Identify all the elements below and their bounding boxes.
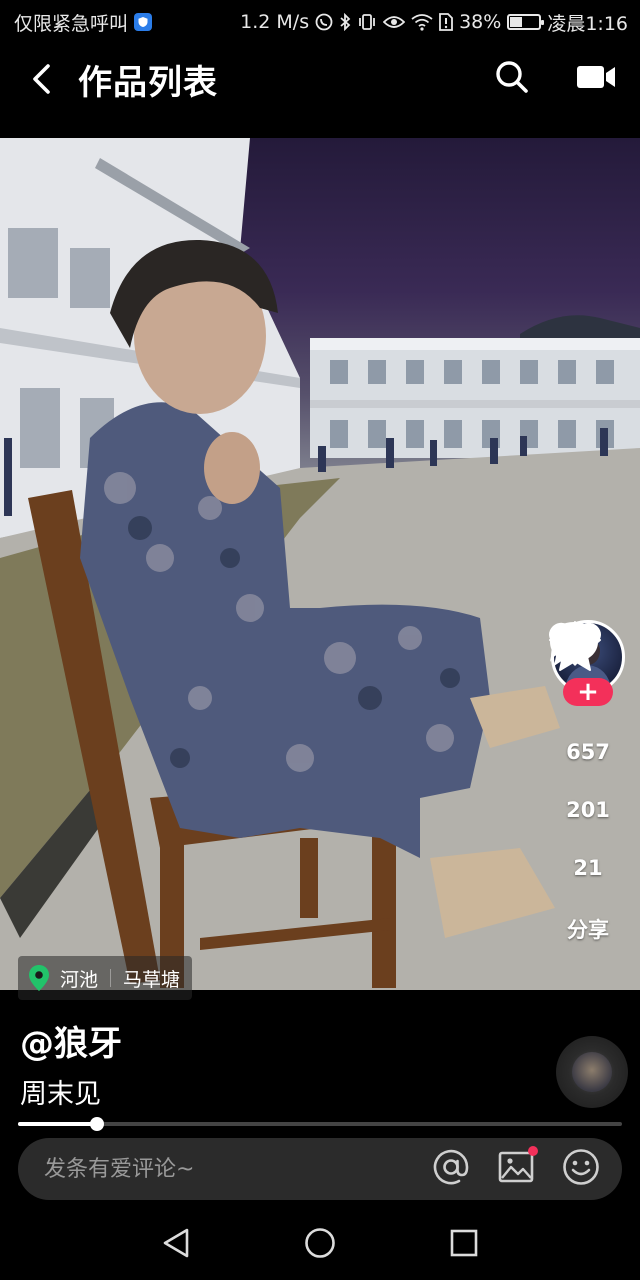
nav-recents-button[interactable] [444, 1223, 484, 1263]
share-icon [550, 622, 600, 662]
status-left: 仅限紧急呼叫 [14, 9, 153, 36]
emoji-button[interactable] [562, 1148, 600, 1190]
author-name[interactable]: @狼牙 [20, 1016, 122, 1065]
shield-icon [134, 13, 153, 31]
vibrate-icon [359, 14, 375, 30]
comment-button[interactable]: 201 [550, 622, 610, 822]
back-button[interactable] [30, 59, 66, 99]
eye-icon [383, 16, 406, 28]
hd-call-icon [315, 13, 333, 31]
comment-input[interactable] [44, 1156, 432, 1182]
net-speed: 1.2 M/s [240, 11, 310, 33]
favorite-button[interactable]: 21 [549, 621, 603, 880]
location-place: 马草塘 [123, 968, 181, 991]
nav-recents-icon [450, 1229, 478, 1257]
share-label: 分享 [567, 918, 609, 942]
photo-scene [0, 138, 640, 990]
image-icon [498, 1151, 534, 1183]
wifi-icon [411, 14, 433, 31]
sim-alert-icon [439, 13, 453, 31]
nav-home-icon [305, 1228, 335, 1258]
video-camera-button[interactable] [576, 63, 616, 95]
share-button[interactable]: 分享 [550, 622, 609, 944]
post-photo[interactable]: + 657 201 21 分享 [0, 138, 640, 990]
location-tag[interactable]: 河池 马草塘 [18, 956, 193, 1000]
like-button[interactable]: 657 [549, 622, 610, 764]
screen: 仅限紧急呼叫 1.2 M/s 38% 凌晨1:16 作品列表 + 657 201… [0, 0, 640, 1280]
clock: 凌晨1:16 [547, 12, 628, 35]
progress-knob[interactable] [89, 1117, 104, 1131]
search-button[interactable] [494, 59, 530, 99]
music-disc[interactable] [556, 1036, 628, 1108]
like-count: 657 [566, 740, 610, 764]
progress-fill [18, 1122, 97, 1126]
battery-icon [507, 14, 545, 30]
image-notification-dot [528, 1146, 538, 1156]
favorite-count: 21 [573, 856, 603, 880]
status-icons [315, 13, 453, 31]
music-cover [572, 1052, 612, 1092]
status-right: 1.2 M/s 38% 凌晨1:16 [240, 9, 628, 36]
comment-bar [18, 1138, 622, 1200]
battery-percent: 38% [459, 11, 502, 33]
follow-button[interactable]: + [563, 678, 613, 706]
mention-button[interactable] [432, 1148, 470, 1190]
location-city: 河池 [60, 968, 99, 991]
back-icon [33, 64, 50, 94]
header-actions [494, 59, 616, 99]
nav-back-button[interactable] [156, 1223, 196, 1263]
post-caption: 周末见 [20, 1079, 101, 1110]
follow-symbol: + [577, 677, 599, 707]
nav-back-icon [163, 1228, 189, 1258]
emoji-icon [563, 1149, 599, 1185]
video-camera-icon [577, 66, 615, 88]
image-button[interactable] [498, 1146, 538, 1188]
playback-progress[interactable] [18, 1117, 622, 1131]
location-pin-icon [29, 965, 49, 991]
system-nav-bar [0, 1206, 640, 1280]
battery-level [510, 17, 522, 27]
nav-home-button[interactable] [300, 1223, 340, 1263]
status-bar: 仅限紧急呼叫 1.2 M/s 38% 凌晨1:16 [0, 0, 640, 44]
comment-count: 201 [566, 798, 610, 822]
comment-actions [432, 1146, 600, 1190]
location-divider [110, 969, 112, 987]
search-icon [496, 61, 528, 93]
bluetooth-icon [340, 13, 351, 31]
page-title: 作品列表 [78, 62, 218, 103]
at-icon [433, 1149, 469, 1185]
action-rail: + 657 201 21 分享 [548, 620, 628, 944]
top-header: 作品列表 [0, 44, 640, 114]
carrier-text: 仅限紧急呼叫 [14, 12, 129, 35]
